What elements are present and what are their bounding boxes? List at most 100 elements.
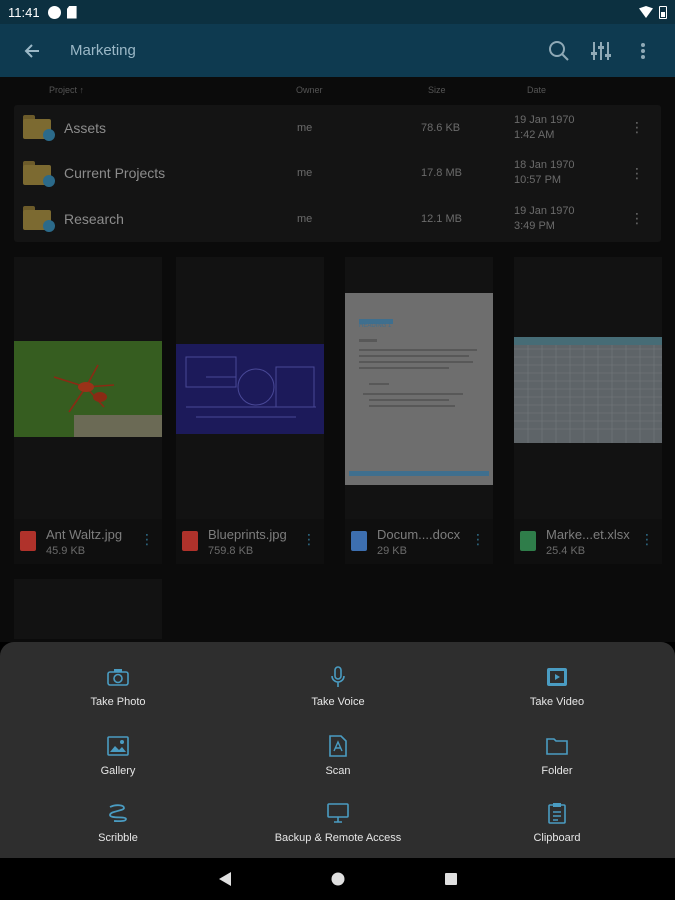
gallery-icon	[107, 735, 129, 757]
more-vert-icon[interactable]: ⋮	[630, 119, 644, 136]
page-title: Marketing	[70, 42, 136, 59]
tune-icon[interactable]	[589, 39, 613, 63]
image-thumbnail	[176, 257, 324, 519]
status-time: 11:41	[8, 4, 40, 20]
folder-name: Assets	[64, 119, 107, 136]
folder-date: 18 Jan 1970 10:57 PM	[514, 159, 575, 187]
more-vert-icon[interactable]: ⋮	[630, 210, 644, 227]
file-card[interactable]: Marke...et.xlsx 25.4 KB ⋮	[514, 257, 662, 564]
file-size: 759.8 KB	[208, 545, 254, 557]
take-photo-button[interactable]: Take Photo	[18, 666, 218, 708]
folder-date: 19 Jan 1970 1:42 AM	[514, 113, 575, 141]
folder-size: 78.6 KB	[421, 121, 461, 134]
file-size: 45.9 KB	[46, 545, 86, 557]
folder-row[interactable]: Current Projects me 17.8 MB 18 Jan 1970 1…	[14, 151, 661, 197]
more-vert-icon[interactable]: ⋮	[640, 531, 654, 548]
column-size[interactable]: Size	[428, 85, 446, 95]
take-voice-label: Take Voice	[311, 696, 365, 708]
sd-card-icon	[66, 5, 77, 19]
add-content-sheet: Take Photo Take Voice Take Video Gallery…	[0, 642, 675, 858]
clipboard-icon	[546, 802, 568, 824]
folder-owner: me	[297, 212, 313, 225]
document-thumbnail: HEADING 1	[345, 257, 493, 519]
folder-name: Research	[64, 210, 124, 227]
file-card[interactable]: HEADING 1 Docum....docx 29 KB ⋮	[345, 257, 493, 564]
folder-row[interactable]: Assets me 78.6 KB 19 Jan 1970 1:42 AM ⋮	[14, 105, 661, 151]
take-voice-button[interactable]: Take Voice	[238, 666, 438, 708]
more-vert-icon[interactable]: ⋮	[630, 165, 644, 182]
scribble-label: Scribble	[98, 832, 138, 844]
column-date[interactable]: Date	[527, 85, 546, 95]
scan-button[interactable]: Scan	[238, 735, 438, 777]
take-photo-label: Take Photo	[90, 696, 146, 708]
file-name: Ant Waltz.jpg	[46, 527, 123, 542]
folder-icon	[23, 160, 55, 187]
folder-icon	[546, 735, 568, 757]
folder-row[interactable]: Research me 12.1 MB 19 Jan 1970 3:49 PM ⋮	[14, 196, 661, 242]
folder-icon	[23, 115, 55, 141]
spreadsheet-thumbnail	[514, 257, 662, 519]
folder-owner: me	[297, 121, 313, 134]
status-bar: 11:41	[0, 0, 675, 24]
file-info: Blueprints.jpg 759.8 KB ⋮	[176, 519, 324, 564]
backup-remote-access-label: Backup & Remote Access	[274, 832, 402, 844]
file-browser: Project ↑ Owner Size Date Assets me 78.6…	[0, 77, 675, 642]
battery-icon	[659, 5, 667, 19]
folder-date: 19 Jan 1970 3:49 PM	[514, 204, 575, 232]
folder-size: 17.8 MB	[421, 167, 462, 180]
file-info: Docum....docx 29 KB ⋮	[345, 519, 493, 564]
folder-owner: me	[297, 167, 313, 180]
take-video-label: Take Video	[529, 696, 585, 708]
file-card[interactable]: Ant Waltz.jpg 45.9 KB ⋮	[14, 257, 162, 564]
folder-label: Folder	[541, 765, 573, 777]
more-vert-icon[interactable]: ⋮	[140, 531, 154, 548]
app-bar: Marketing	[0, 24, 675, 77]
image-file-icon	[20, 531, 36, 551]
file-size: 25.4 KB	[546, 545, 586, 557]
file-name: Docum....docx	[377, 527, 461, 542]
scribble-button[interactable]: Scribble	[18, 802, 218, 844]
file-info: Ant Waltz.jpg 45.9 KB ⋮	[14, 519, 162, 564]
file-card[interactable]: Blueprints.jpg 759.8 KB ⋮	[176, 257, 324, 564]
image-file-icon	[182, 531, 198, 551]
document-heading: HEADING 1	[359, 323, 392, 329]
column-owner[interactable]: Owner	[296, 85, 323, 95]
video-icon	[546, 666, 568, 688]
search-icon[interactable]	[547, 39, 571, 63]
clipboard-label: Clipboard	[533, 832, 581, 844]
backup-remote-access-button[interactable]: Backup & Remote Access	[238, 802, 438, 844]
nav-recents-icon[interactable]	[444, 871, 458, 892]
folder-size: 12.1 MB	[421, 212, 462, 225]
gallery-label: Gallery	[100, 765, 136, 777]
clipboard-button[interactable]: Clipboard	[457, 802, 657, 844]
nav-back-icon[interactable]	[218, 871, 232, 892]
folder-list: Assets me 78.6 KB 19 Jan 1970 1:42 AM ⋮ C…	[14, 105, 661, 242]
nav-home-icon[interactable]	[331, 871, 345, 892]
back-arrow-icon[interactable]	[0, 42, 64, 60]
folder-button[interactable]: Folder	[457, 735, 657, 777]
file-card[interactable]	[14, 579, 162, 639]
image-thumbnail	[14, 257, 162, 519]
file-info: Marke...et.xlsx 25.4 KB ⋮	[514, 519, 662, 564]
camera-icon	[107, 666, 129, 688]
excel-file-icon	[520, 531, 536, 551]
scan-label: Scan	[325, 765, 351, 777]
file-name: Blueprints.jpg	[208, 527, 287, 542]
folder-icon	[23, 206, 55, 233]
folder-name: Current Projects	[64, 165, 166, 182]
notification-icon	[47, 5, 61, 19]
word-file-icon	[351, 531, 367, 551]
scribble-icon	[107, 802, 129, 824]
system-nav-bar	[0, 858, 675, 900]
take-video-button[interactable]: Take Video	[457, 666, 657, 708]
more-vert-icon[interactable]: ⋮	[302, 531, 316, 548]
more-vert-icon[interactable]	[631, 39, 655, 63]
wifi-icon	[639, 6, 653, 18]
file-size: 29 KB	[377, 545, 407, 557]
more-vert-icon[interactable]: ⋮	[471, 531, 485, 548]
microphone-icon	[327, 666, 349, 688]
column-project[interactable]: Project ↑	[49, 85, 84, 95]
monitor-icon	[327, 802, 349, 824]
scan-document-icon	[327, 735, 349, 757]
gallery-button[interactable]: Gallery	[18, 735, 218, 777]
